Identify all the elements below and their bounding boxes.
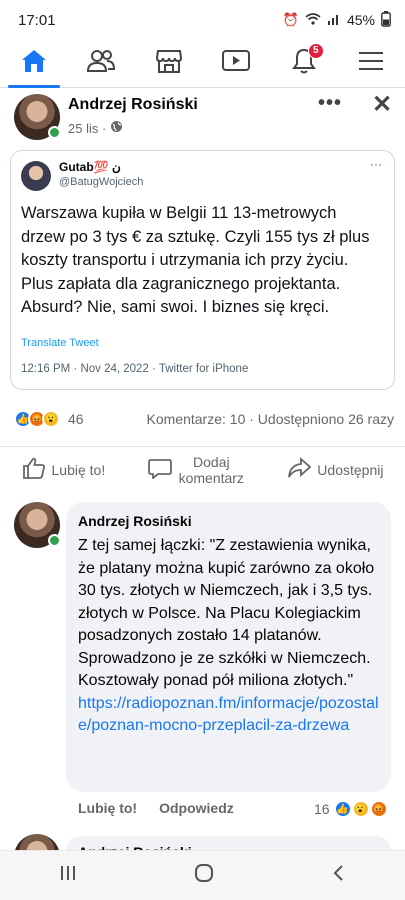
marketplace-icon xyxy=(155,48,183,79)
nav-watch[interactable] xyxy=(206,41,266,87)
nav-marketplace[interactable] xyxy=(139,41,199,87)
comment-reply-button[interactable]: Odpowiedz xyxy=(159,800,234,816)
comment-reaction-count: 16 xyxy=(314,801,330,817)
status-icons: ⏰ 45% xyxy=(282,10,391,30)
tweet-image[interactable]: Gutab💯 ن @BatugWojciech ··· Warszawa kup… xyxy=(10,150,395,390)
tweet-more-icon: ··· xyxy=(370,157,382,171)
tweet-display-name: Gutab💯 ن xyxy=(59,160,121,174)
angry-reaction-icon: 😡 xyxy=(369,800,388,818)
top-nav: 5 xyxy=(0,40,405,88)
comment-button[interactable]: Dodaj komentarz xyxy=(148,454,244,486)
wow-reaction-icon: 😮 xyxy=(351,800,370,818)
nav-home[interactable] xyxy=(4,41,64,88)
alarm-icon: ⏰ xyxy=(282,12,299,27)
comments-shares-summary[interactable]: Komentarze: 10 · Udostępniono 26 razy xyxy=(147,411,394,427)
post-actions: Lubię to! Dodaj komentarz Udostępnij xyxy=(0,446,405,492)
globe-icon xyxy=(110,120,123,136)
watch-icon xyxy=(221,48,251,79)
comment-reactions[interactable]: 16 👍 😮 😡 xyxy=(314,800,388,818)
share-label: Udostępnij xyxy=(317,461,384,478)
post-options-button[interactable]: ••• xyxy=(318,92,342,115)
author-avatar[interactable] xyxy=(14,94,61,140)
tweet-text: Warszawa kupiła w Belgii 11 13-metrowych… xyxy=(21,204,370,316)
share-arrow-icon xyxy=(287,456,312,482)
home-circle-icon[interactable] xyxy=(193,862,215,890)
comment-bubble[interactable]: Andrzej Rosiński Z tej samej łączki: "Z … xyxy=(66,502,391,792)
commenter-name[interactable]: Andrzej Rosiński xyxy=(78,513,379,529)
online-indicator xyxy=(48,534,61,547)
comment-actions: Lubię to! Odpowiedz xyxy=(78,800,234,816)
post-header: Andrzej Rosiński 25 lis · ••• ✕ xyxy=(0,90,405,146)
home-icon xyxy=(20,48,48,79)
comment-link[interactable]: https://radiopoznan.fm/informacje/pozost… xyxy=(78,693,379,738)
tweet-avatar xyxy=(21,161,51,191)
next-comment: Andrzej Rosiński xyxy=(0,832,405,852)
friends-icon xyxy=(86,48,116,79)
system-navigation-bar xyxy=(0,850,405,900)
like-reaction-icon: 👍 xyxy=(333,800,352,818)
battery-icon xyxy=(381,10,391,30)
nav-friends[interactable] xyxy=(71,41,131,87)
signal-icon xyxy=(327,13,341,28)
nav-menu[interactable] xyxy=(341,41,401,87)
reaction-icons[interactable]: 👍 😡 😮 46 xyxy=(14,410,84,428)
hamburger-icon xyxy=(358,50,384,77)
status-bar: 17:01 ⏰ 45% xyxy=(0,0,405,40)
comment-label: Dodaj komentarz xyxy=(178,453,244,486)
reaction-count: 46 xyxy=(68,411,84,427)
tweet-handle: @BatugWojciech xyxy=(59,176,144,188)
comment-icon xyxy=(148,457,173,482)
like-button[interactable]: Lubię to! xyxy=(22,457,106,482)
reactions-summary: 👍 😡 😮 46 Komentarze: 10 · Udostępniono 2… xyxy=(14,405,394,433)
post-date: 25 lis · xyxy=(68,120,123,136)
clock: 17:01 xyxy=(18,11,56,29)
online-indicator xyxy=(48,126,61,139)
comment-like-button[interactable]: Lubię to! xyxy=(78,800,137,816)
tweet-timestamp: 12:16 PM · Nov 24, 2022 · Twitter for iP… xyxy=(21,363,249,375)
notifications-badge: 5 xyxy=(307,42,324,59)
share-button[interactable]: Udostępnij xyxy=(287,456,384,482)
comment-text: Z tej samej łączki: "Z zestawienia wynik… xyxy=(78,537,375,689)
thumbs-up-icon xyxy=(22,457,46,482)
wifi-icon xyxy=(305,12,321,28)
nav-notifications[interactable]: 5 xyxy=(274,41,334,87)
commenter-avatar[interactable] xyxy=(14,502,61,548)
close-button[interactable]: ✕ xyxy=(372,90,392,119)
post-author-name[interactable]: Andrzej Rosiński xyxy=(68,96,198,114)
wow-reaction-icon: 😮 xyxy=(42,410,60,428)
back-icon[interactable] xyxy=(330,863,348,889)
tweet-translate-link: Translate Tweet xyxy=(21,337,99,349)
recent-apps-icon[interactable] xyxy=(58,864,78,888)
post-date-text: 25 lis · xyxy=(68,120,107,136)
like-label: Lubię to! xyxy=(51,461,106,478)
battery-percent: 45% xyxy=(346,12,375,28)
